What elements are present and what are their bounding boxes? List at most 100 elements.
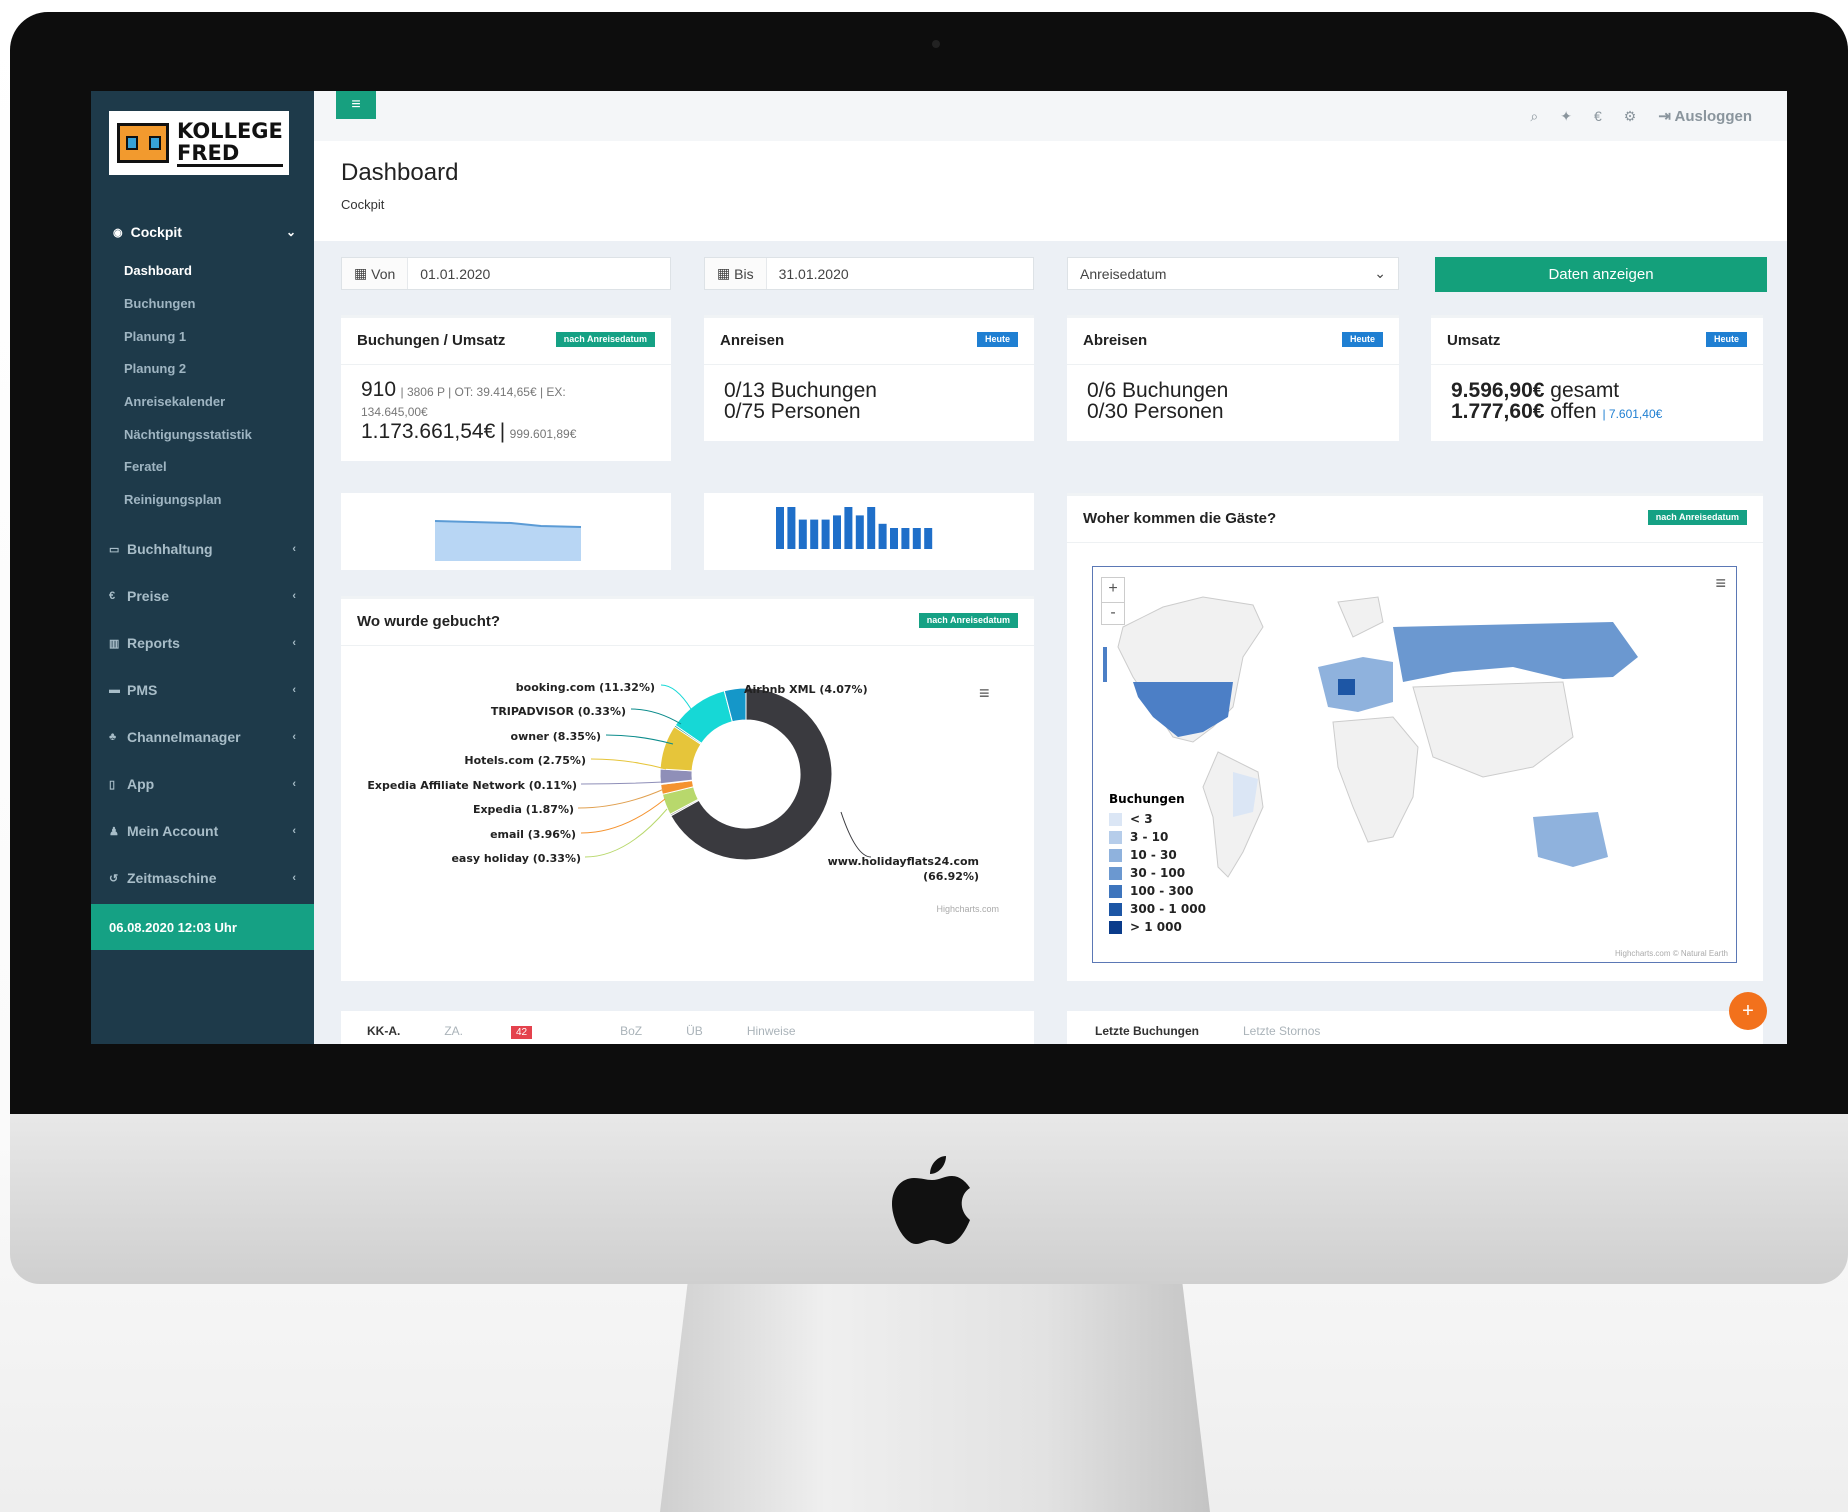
label-easy-holiday: easy holiday (0.33%) (451, 852, 581, 865)
filter-badge: nach Anreisedatum (918, 613, 1018, 628)
search-icon[interactable]: ⌕ (1530, 108, 1538, 125)
date-type-select[interactable]: Anreisedatum ⌄ (1067, 257, 1399, 290)
sparkline-bars-card (704, 493, 1034, 570)
card-revenue-today: Umsatz Heute 9.596,90€ gesamt 1.777,60€ … (1431, 315, 1763, 441)
pie-leader-line (605, 734, 674, 745)
date-to-input[interactable]: 31.01.2020 (767, 266, 849, 282)
pie-leader-line (840, 811, 872, 858)
tab-letzte-buchungen[interactable]: Letzte Buchungen (1095, 1024, 1199, 1038)
page-header: Dashboard Cockpit (314, 141, 1787, 241)
tab-ueb[interactable]: ÜB (686, 1024, 703, 1038)
card-title: Wo wurde gebucht? (357, 613, 501, 630)
chart-menu-icon[interactable]: ≡ (979, 683, 990, 704)
topbar: ≡ ⌕ ✦ € ⚙ ⇥ Ausloggen (314, 91, 1787, 141)
divider (341, 645, 1034, 646)
filter-badge: nach Anreisedatum (555, 332, 655, 347)
card-bookings-revenue: Buchungen / Umsatz nach Anreisedatum 910… (341, 315, 671, 461)
divider (1067, 364, 1399, 365)
chevron-left-icon: ‹ (292, 825, 296, 837)
legend-label: 3 - 10 (1130, 830, 1169, 844)
world-map[interactable]: + - ≡ Buchungen < 3 3 - 10 10 - 30 30 - 100… (1092, 566, 1737, 963)
pin-icon[interactable]: ✦ (1560, 108, 1572, 125)
sparkline-bar (821, 519, 830, 549)
chevron-down-icon: ⌄ (285, 225, 296, 239)
topbar-actions: ⌕ ✦ € ⚙ ⇥ Ausloggen (1530, 107, 1752, 126)
sidebar-item-mein-account[interactable]: ♟ Mein Account ‹ (91, 811, 314, 851)
sparkline-bar (776, 507, 784, 549)
show-data-button[interactable]: Daten anzeigen (1435, 257, 1767, 292)
legend-swatch (1109, 920, 1122, 934)
map-germany (1338, 679, 1355, 695)
legend-item: < 3 (1109, 810, 1206, 828)
current-datetime: 06.08.2020 12:03 Uhr (91, 904, 314, 950)
sidebar-item-anreisekalender[interactable]: Anreisekalender (124, 394, 225, 409)
add-fab-button[interactable]: + (1729, 992, 1767, 1030)
bar-chart-icon: ▥ (109, 637, 120, 650)
sidebar-item-buchungen[interactable]: Buchungen (124, 296, 196, 311)
map-russia (1393, 622, 1638, 682)
zoom-in-button[interactable]: + (1102, 578, 1124, 602)
legend-label: 30 - 100 (1130, 866, 1186, 880)
sidebar-item-planung-1[interactable]: Planung 1 (124, 329, 186, 344)
sidebar: KOLLEGE FRED ◉ Cockpit ⌄ Dashboard Buchu… (91, 91, 314, 1044)
revenue-stats: 9.596,90€ gesamt 1.777,60€ offen | 7.601… (1451, 380, 1662, 425)
sidebar-item-planung-2[interactable]: Planung 2 (124, 361, 186, 376)
calendar-icon: ▦ (354, 265, 372, 281)
tabs-right: Letzte Buchungen Letzte Stornos (1067, 1011, 1763, 1044)
sidebar-item-pms[interactable]: ▬ PMS ‹ (91, 670, 314, 710)
legend-swatch (1109, 866, 1122, 880)
label-tripadvisor: TRIPADVISOR (0.33%) (491, 705, 626, 718)
sidebar-item-zeitmaschine[interactable]: ↺ Zeitmaschine ‹ (91, 858, 314, 898)
sidebar-item-reports[interactable]: ▥ Reports ‹ (91, 623, 314, 663)
arrivals-stats: 0/13 Buchungen 0/75 Personen (724, 380, 877, 422)
bookings-extra: 134.645,00€ (361, 405, 428, 419)
sidebar-item-feratel[interactable]: Feratel (124, 459, 167, 474)
date-from-field[interactable]: ▦ Von 01.01.2020 (341, 257, 671, 290)
sidebar-item-channelmanager[interactable]: ♣ Channelmanager ‹ (91, 717, 314, 757)
chevron-left-icon: ‹ (292, 543, 296, 555)
monitor-stand (660, 1284, 1210, 1512)
sparkline-bar (924, 528, 933, 549)
legend-rows: < 3 3 - 10 10 - 30 30 - 100 100 - 300 300 - 1… (1109, 810, 1206, 936)
legend-item: 300 - 1 000 (1109, 900, 1206, 918)
tab-kk-a[interactable]: KK-A. (367, 1024, 400, 1038)
sparkline-bar (787, 507, 796, 549)
label-expedia: Expedia (1.87%) (473, 803, 574, 816)
map-usa (1133, 682, 1233, 737)
folder-icon: ▭ (109, 543, 120, 556)
gear-icon[interactable]: ⚙ (1624, 108, 1637, 125)
sidebar-item-naechtigungsstatistik[interactable]: Nächtigungsstatistik (124, 427, 252, 442)
revenue-separator: | (499, 420, 506, 443)
euro-icon: € (109, 590, 116, 602)
sidebar-item-buchhaltung[interactable]: ▭ Buchhaltung ‹ (91, 529, 314, 569)
euro-icon[interactable]: € (1594, 108, 1602, 124)
sparkline-bar (844, 507, 853, 549)
tab-boz[interactable]: BoZ (620, 1024, 642, 1038)
date-to-label: ▦ Bis (705, 258, 767, 289)
date-to-field[interactable]: ▦ Bis 31.01.2020 (704, 257, 1034, 290)
label-expedia-affiliate: Expedia Affiliate Network (0.11%) (367, 779, 577, 792)
chevron-left-icon: ‹ (292, 590, 296, 602)
sidebar-item-preise[interactable]: € Preise ‹ (91, 576, 314, 616)
arrivals-persons: 0/75 Personen (724, 400, 861, 423)
label-booking: booking.com (11.32%) (516, 681, 655, 694)
sidebar-item-app[interactable]: ▯ App ‹ (91, 764, 314, 804)
zoom-out-button[interactable]: - (1102, 602, 1124, 626)
map-menu-icon[interactable]: ≡ (1715, 573, 1726, 594)
tab-letzte-stornos[interactable]: Letzte Stornos (1243, 1024, 1320, 1038)
sidebar-item-dashboard[interactable]: Dashboard (124, 263, 192, 278)
sidebar-section-cockpit[interactable]: ◉ Cockpit ⌄ (91, 212, 314, 252)
date-from-input[interactable]: 01.01.2020 (408, 266, 490, 282)
sidebar-item-reinigungsplan[interactable]: Reinigungsplan (124, 492, 222, 507)
za-count-badge: 42 (511, 1026, 533, 1039)
tab-hinweise[interactable]: Hinweise (747, 1024, 796, 1038)
label-owner: owner (8.35%) (511, 730, 601, 743)
map-africa (1332, 716, 1419, 843)
brand-logo[interactable]: KOLLEGE FRED (109, 111, 289, 175)
logout-button[interactable]: ⇥ Ausloggen (1658, 107, 1752, 125)
sparkline-bar (890, 528, 898, 549)
breadcrumb: Cockpit (341, 197, 385, 212)
menu-toggle-button[interactable]: ≡ (336, 91, 376, 119)
tab-za[interactable]: ZA. 42 (444, 1024, 576, 1039)
calendar-icon: ▦ (717, 265, 735, 281)
